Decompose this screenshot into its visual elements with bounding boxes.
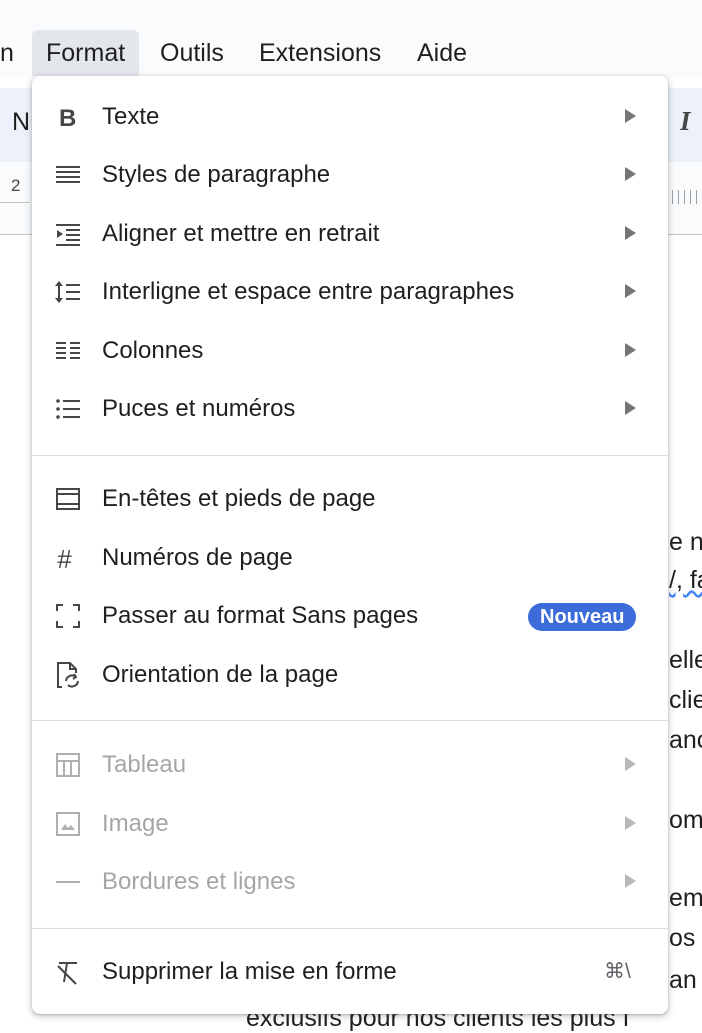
svg-text:B: B [59,105,76,131]
submenu-arrow-icon [625,874,636,888]
doc-text: elle [669,646,702,674]
submenu-arrow-icon [625,226,636,240]
menu-item-puces[interactable]: Puces et numéros [32,380,668,438]
hash-icon: # [54,544,82,574]
menu-item-label: Colonnes [102,337,204,364]
menu-item-bordures: Bordures et lignes [32,853,668,911]
menu-item-supprimer-mise-en-forme[interactable]: Supprimer la mise en forme ⌘\ [32,943,668,1001]
header-footer-icon [54,485,82,513]
ruler-number: 2 [11,176,21,195]
submenu-arrow-icon [625,343,636,357]
doc-text: os [669,924,696,952]
border-line-icon [54,868,82,896]
menu-item-en-tetes[interactable]: En-têtes et pieds de page [32,470,668,528]
menu-item-label: Texte [102,103,160,130]
submenu-arrow-icon [625,757,636,771]
bold-icon: B [54,103,82,132]
menu-item-label: Passer au format Sans pages [102,602,419,629]
submenu-arrow-icon [625,816,636,830]
style-select-partial[interactable]: N [12,108,30,137]
menu-extensions[interactable]: Extensions [245,30,395,76]
doc-text: om [669,806,702,834]
menu-item-aligner[interactable]: Aligner et mettre en retrait [32,205,668,263]
italic-button[interactable]: I [680,106,691,137]
menu-item-label: Supprimer la mise en forme [102,958,397,985]
menu-aide[interactable]: Aide [403,30,481,76]
keyboard-shortcut: ⌘\ [604,960,631,983]
menu-item-label: Puces et numéros [102,395,296,422]
columns-icon [54,337,82,365]
table-icon [54,751,82,779]
image-icon [54,810,82,838]
menu-item-styles-paragraphe[interactable]: Styles de paragraphe [32,146,668,204]
menu-item-colonnes[interactable]: Colonnes [32,322,668,380]
menu-item-label: En-têtes et pieds de page [102,485,376,512]
line-spacing-icon [54,278,82,306]
doc-text: e n [669,528,702,556]
doc-text: em [669,884,702,912]
menu-separator [32,928,668,929]
format-menu: B Texte Styles de paragraphe Aligner et … [32,76,668,1014]
menu-outils[interactable]: Outils [146,30,238,76]
menu-item-label: Orientation de la page [102,661,339,688]
submenu-arrow-icon [625,167,636,181]
menu-format[interactable]: Format [32,30,140,76]
page-orientation-icon [54,661,82,689]
paragraph-styles-icon [54,161,82,189]
clear-formatting-icon [54,958,82,986]
menu-item-tableau: Tableau [32,736,668,794]
menu-item-label: Interligne et espace entre paragraphes [102,278,515,305]
doc-text: /, fa [669,566,702,594]
menu-item-label: Styles de paragraphe [102,161,331,188]
menu-item-interligne[interactable]: Interligne et espace entre paragraphes [32,263,668,321]
submenu-arrow-icon [625,401,636,415]
menu-separator [32,455,668,456]
svg-text:#: # [57,544,72,572]
menu-separator [32,720,668,721]
menu-item-numeros-page[interactable]: # Numéros de page [32,529,668,587]
doc-text: clie [669,686,702,714]
submenu-arrow-icon [625,109,636,123]
ruler-baseline [0,202,30,203]
menu-item-sans-pages[interactable]: Passer au format Sans pages Nouveau [32,587,668,645]
submenu-arrow-icon [625,284,636,298]
menu-item-orientation[interactable]: Orientation de la page [32,646,668,704]
menubar: n Format Outils Extensions Aide [0,0,702,78]
doc-text: an [669,966,697,994]
menu-item-label: Aligner et mettre en retrait [102,220,380,247]
indent-icon [54,220,82,248]
menu-item-texte[interactable]: B Texte [32,88,668,146]
menu-item-image: Image [32,795,668,853]
doc-text: anc [669,726,702,754]
new-badge: Nouveau [528,603,637,631]
menu-item-label: Numéros de page [102,544,293,571]
menu-item-label: Tableau [102,751,187,778]
bulleted-list-icon [54,395,82,423]
pageless-icon [54,602,82,630]
menu-item-label: Image [102,810,169,837]
ruler-ticks [672,190,702,204]
menu-item-label: Bordures et lignes [102,868,296,895]
menu-edit-partial[interactable]: n [0,30,28,76]
